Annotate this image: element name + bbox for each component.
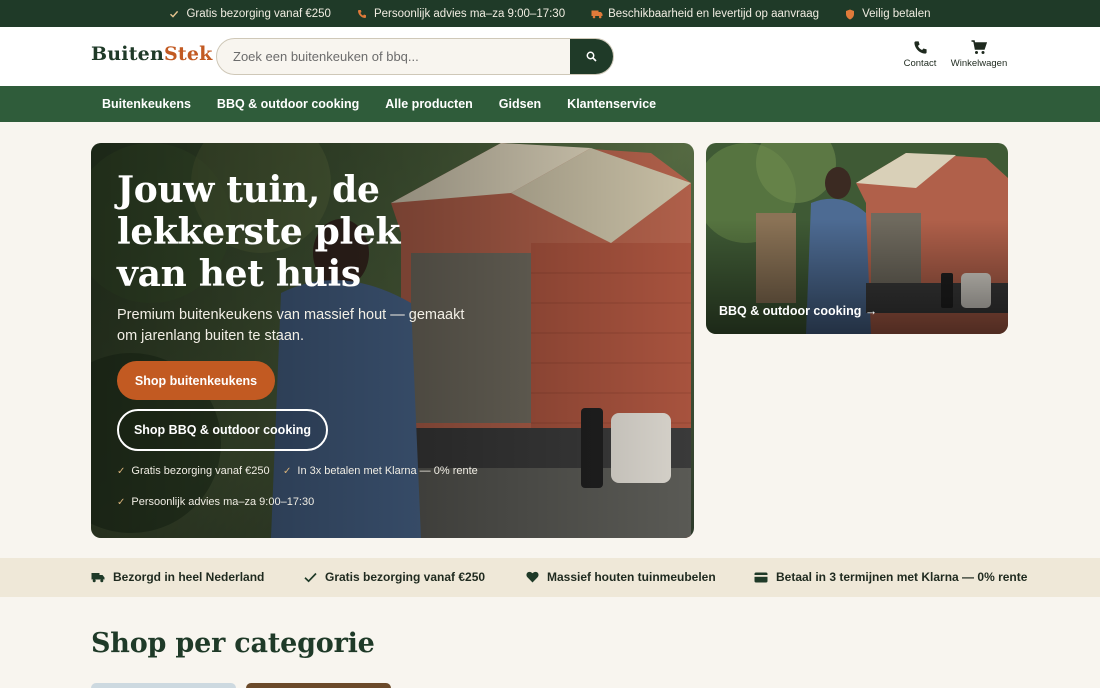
shield-icon bbox=[845, 9, 855, 19]
search-icon bbox=[586, 51, 597, 62]
announcement-item: Beschikbaarheid en levertijd op aanvraag bbox=[591, 8, 819, 20]
cart-link[interactable]: Winkelwagen bbox=[948, 40, 1010, 69]
announcement-bar: Gratis bezorging vanaf €250 Persoonlijk … bbox=[0, 0, 1100, 27]
check-icon: ✓ bbox=[117, 496, 126, 508]
usp-strip: Bezorgd in heel Nederland Gratis bezorgi… bbox=[0, 558, 1100, 597]
check-icon bbox=[303, 570, 317, 584]
usp-label: Betaal in 3 termijnen met Klarna — 0% re… bbox=[776, 570, 1028, 584]
usp-label: Massief houten tuinmeubelen bbox=[547, 570, 716, 584]
check-icon: ✓ bbox=[117, 465, 126, 477]
usp-label: Bezorgd in heel Nederland bbox=[113, 570, 265, 584]
truck-icon bbox=[591, 9, 603, 19]
hero-content: Jouw tuin, de lekkerste plek van het hui… bbox=[117, 169, 677, 347]
heart-icon bbox=[525, 570, 539, 584]
nav-item-gidsen[interactable]: Gidsen bbox=[499, 97, 541, 111]
announcement-label: Gratis bezorging vanaf €250 bbox=[186, 7, 331, 20]
bbq-promo-card[interactable]: BBQ & outdoor cooking → bbox=[706, 143, 1008, 334]
truck-icon bbox=[91, 570, 105, 584]
category-section-title: Shop per categorie bbox=[91, 628, 375, 659]
nav-item-alle-producten[interactable]: Alle producten bbox=[385, 97, 473, 111]
usp-item: Massief houten tuinmeubelen bbox=[525, 570, 716, 584]
logo-text-first: Buiten bbox=[91, 43, 164, 65]
check-icon bbox=[169, 9, 179, 19]
site-logo[interactable]: BuitenStek bbox=[91, 43, 213, 65]
usp-item: Betaal in 3 termijnen met Klarna — 0% re… bbox=[754, 570, 1027, 584]
nav-item-klantenservice[interactable]: Klantenservice bbox=[567, 97, 656, 111]
contact-label: Contact bbox=[903, 58, 937, 69]
phone-icon bbox=[357, 9, 367, 19]
usp-item: Gratis bezorging vanaf €250 bbox=[303, 570, 485, 584]
announcement-label: Persoonlijk advies ma–za 9:00–17:30 bbox=[373, 7, 566, 20]
card-icon bbox=[754, 570, 768, 584]
site-header: BuitenStek Contact Winkelwagen bbox=[0, 27, 1100, 86]
category-card[interactable] bbox=[91, 683, 236, 688]
hero-check-label: In 3x betalen met Klarna — 0% rente bbox=[297, 465, 478, 477]
usp-label: Gratis bezorging vanaf €250 bbox=[325, 570, 486, 584]
cart-icon bbox=[971, 40, 987, 54]
contact-link[interactable]: Contact bbox=[900, 40, 940, 69]
cart-label: Winkelwagen bbox=[950, 58, 1008, 69]
usp-item: Bezorgd in heel Nederland bbox=[91, 570, 264, 584]
phone-icon bbox=[913, 41, 927, 54]
announcement-label: Veilig betalen bbox=[862, 7, 931, 20]
hero-check-item: ✓ Persoonlijk advies ma–za 9:00–17:30 bbox=[117, 496, 314, 508]
search-button[interactable] bbox=[570, 39, 613, 74]
hero-check-label: Gratis bezorging vanaf €250 bbox=[131, 465, 270, 477]
shop-bbq-button[interactable]: Shop BBQ & outdoor cooking bbox=[117, 409, 328, 451]
announcement-item: Persoonlijk advies ma–za 9:00–17:30 bbox=[357, 8, 565, 20]
check-icon: ✓ bbox=[283, 465, 292, 477]
promo-label: BBQ & outdoor cooking → bbox=[719, 304, 878, 318]
announcement-item: Veilig betalen bbox=[845, 7, 931, 20]
hero-banner: Jouw tuin, de lekkerste plek van het hui… bbox=[91, 143, 694, 538]
nav-item-buitenkeukens[interactable]: Buitenkeukens bbox=[102, 97, 191, 111]
hero-check-item: ✓ In 3x betalen met Klarna — 0% rente bbox=[283, 465, 478, 477]
logo-text-second: Stek bbox=[163, 43, 213, 65]
search-bar bbox=[216, 38, 614, 75]
category-card[interactable] bbox=[246, 683, 391, 688]
search-input[interactable] bbox=[217, 39, 571, 74]
main-navigation: Buitenkeukens BBQ & outdoor cooking Alle… bbox=[0, 86, 1100, 122]
hero-title: Jouw tuin, de lekkerste plek van het hui… bbox=[117, 169, 401, 295]
announcement-label: Beschikbaarheid en levertijd op aanvraag bbox=[608, 7, 820, 20]
nav-item-bbq[interactable]: BBQ & outdoor cooking bbox=[217, 97, 359, 111]
hero-check-item: ✓ Gratis bezorging vanaf €250 bbox=[117, 465, 270, 477]
shop-buitenkeukens-button[interactable]: Shop buitenkeukens bbox=[117, 361, 275, 400]
hero-subtitle: Premium buitenkeukens van massief hout —… bbox=[117, 307, 465, 344]
announcement-item: Gratis bezorging vanaf €250 bbox=[169, 7, 331, 20]
hero-check-label: Persoonlijk advies ma–za 9:00–17:30 bbox=[131, 496, 315, 508]
